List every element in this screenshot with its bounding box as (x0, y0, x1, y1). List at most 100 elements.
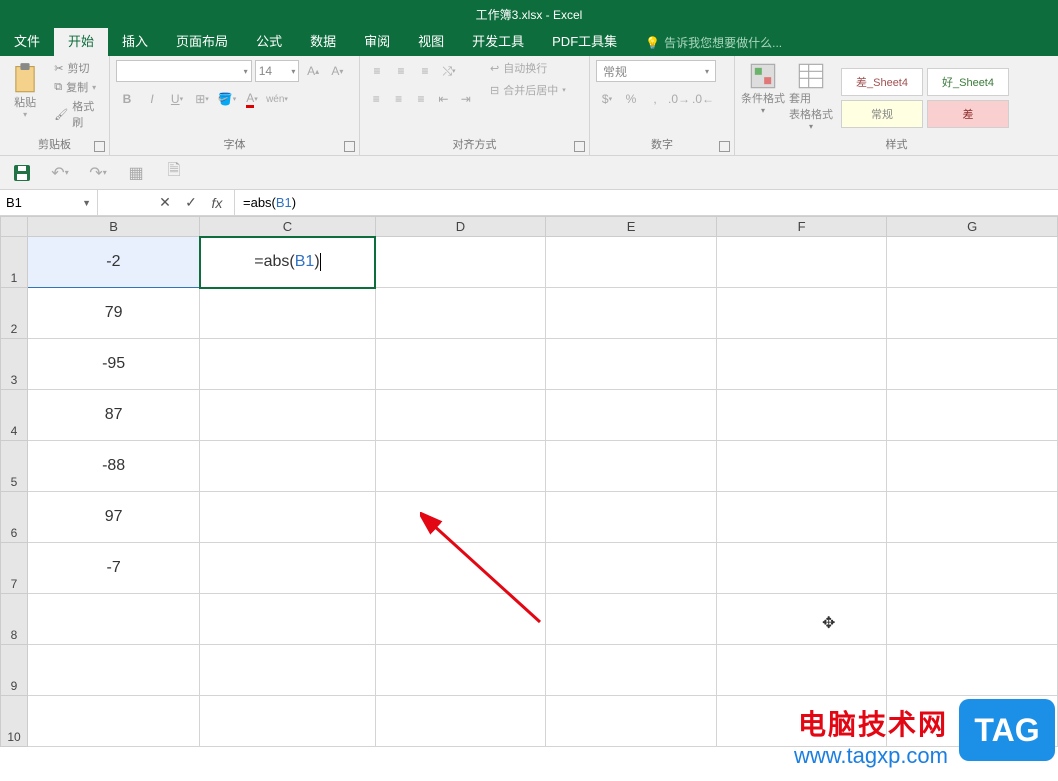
x-icon: ✕ (159, 194, 171, 211)
align-bottom-button[interactable]: ≡ (414, 60, 436, 82)
tab-data[interactable]: 数据 (296, 25, 350, 56)
tab-review[interactable]: 审阅 (350, 25, 404, 56)
row-header-9[interactable]: 9 (1, 645, 28, 696)
cell-B4[interactable]: 87 (28, 390, 200, 441)
accounting-button[interactable]: $▾ (596, 88, 618, 110)
row-header-6[interactable]: 6 (1, 492, 28, 543)
save-button[interactable] (10, 161, 34, 185)
name-box[interactable]: B1 ▼ (0, 190, 98, 215)
merge-center-button[interactable]: ⊟合并后居中▾ (490, 82, 566, 98)
decrease-decimal-button[interactable]: .0← (692, 88, 714, 110)
phonetic-button[interactable]: wén▾ (266, 88, 288, 110)
cell-B6[interactable]: 97 (28, 492, 200, 543)
tab-formulas[interactable]: 公式 (242, 25, 296, 56)
increase-indent-button[interactable]: ⇥ (456, 88, 476, 110)
qat-button-2[interactable]: 🗎 (162, 161, 186, 185)
cell-B7[interactable]: -7 (28, 543, 200, 594)
align-left-button[interactable]: ≡ (366, 88, 386, 110)
dialog-launcher-icon[interactable] (719, 141, 730, 152)
cell-C2[interactable] (200, 288, 375, 339)
paste-button[interactable]: 粘贴 ▾ (6, 60, 44, 136)
col-header-D[interactable]: D (375, 217, 546, 237)
qat-button-1[interactable]: ▦ (124, 161, 148, 185)
row-header-4[interactable]: 4 (1, 390, 28, 441)
italic-button[interactable]: I (141, 88, 163, 110)
tab-home[interactable]: 开始 (54, 25, 108, 56)
row-header-8[interactable]: 8 (1, 594, 28, 645)
comma-button[interactable]: , (644, 88, 666, 110)
formula-input[interactable]: =abs(B1) (235, 190, 1058, 215)
style-bad[interactable]: 差 (927, 100, 1009, 128)
wrap-text-button[interactable]: ↩自动换行 (490, 60, 566, 76)
cell-B2[interactable]: 79 (28, 288, 200, 339)
cell-styles-gallery[interactable]: 差_Sheet4 好_Sheet4 常规 差 (841, 60, 1009, 136)
dialog-launcher-icon[interactable] (574, 141, 585, 152)
cut-button[interactable]: ✂剪切 (54, 60, 103, 76)
increase-font-button[interactable]: A▴ (302, 60, 323, 82)
col-header-E[interactable]: E (546, 217, 717, 237)
align-top-button[interactable]: ≡ (366, 60, 388, 82)
enter-formula-button[interactable]: ✓ (178, 194, 204, 211)
worksheet-grid[interactable]: B C D E F G 1 -2 =abs(B1) 279 3-95 487 5… (0, 216, 1058, 756)
ribbon: 粘贴 ▾ ✂剪切 ⧉复制▾ 🖌格式刷 剪贴板 ▾ 14▾ A▴ A▾ B I U… (0, 56, 1058, 156)
font-name-combo[interactable]: ▾ (116, 60, 252, 82)
cancel-formula-button[interactable]: ✕ (152, 194, 178, 211)
tab-view[interactable]: 视图 (404, 25, 458, 56)
border-button[interactable]: ⊞▾ (191, 88, 213, 110)
cell-E1[interactable] (546, 237, 717, 288)
underline-button[interactable]: U▾ (166, 88, 188, 110)
increase-decimal-button[interactable]: .0→ (668, 88, 690, 110)
style-bad-sheet4[interactable]: 差_Sheet4 (841, 68, 923, 96)
tab-insert[interactable]: 插入 (108, 25, 162, 56)
formula-bar: B1 ▼ ✕ ✓ fx =abs(B1) (0, 190, 1058, 216)
cell-F1[interactable] (716, 237, 887, 288)
fill-color-button[interactable]: 🪣▾ (216, 88, 238, 110)
bold-button[interactable]: B (116, 88, 138, 110)
cell-B3[interactable]: -95 (28, 339, 200, 390)
dialog-launcher-icon[interactable] (94, 141, 105, 152)
row-header-1[interactable]: 1 (1, 237, 28, 288)
dropdown-icon[interactable]: ▼ (82, 198, 91, 208)
tab-file[interactable]: 文件 (0, 25, 54, 56)
row-header-10[interactable]: 10 (1, 696, 28, 747)
align-middle-button[interactable]: ≡ (390, 60, 412, 82)
percent-button[interactable]: % (620, 88, 642, 110)
dialog-launcher-icon[interactable] (344, 141, 355, 152)
align-right-button[interactable]: ≡ (411, 88, 431, 110)
row-header-2[interactable]: 2 (1, 288, 28, 339)
cell-D1[interactable] (375, 237, 546, 288)
col-header-B[interactable]: B (28, 217, 200, 237)
font-size-combo[interactable]: 14▾ (255, 60, 300, 82)
style-normal[interactable]: 常规 (841, 100, 923, 128)
font-color-button[interactable]: A▾ (241, 88, 263, 110)
orientation-button[interactable]: ⤭▾ (438, 60, 460, 82)
insert-function-button[interactable]: fx (204, 195, 230, 211)
align-center-button[interactable]: ≡ (388, 88, 408, 110)
redo-button[interactable]: ↷▾ (86, 161, 110, 185)
number-format-combo[interactable]: 常规▾ (596, 60, 716, 82)
style-good-sheet4[interactable]: 好_Sheet4 (927, 68, 1009, 96)
cell-B1[interactable]: -2 (28, 237, 200, 288)
decrease-font-button[interactable]: A▾ (327, 60, 348, 82)
col-header-C[interactable]: C (200, 217, 375, 237)
copy-button[interactable]: ⧉复制▾ (54, 79, 103, 95)
tab-developer[interactable]: 开发工具 (458, 25, 538, 56)
ribbon-tabs: 文件 开始 插入 页面布局 公式 数据 审阅 视图 开发工具 PDF工具集 💡 … (0, 28, 1058, 56)
conditional-formatting-button[interactable]: 条件格式▾ (741, 60, 785, 136)
tab-layout[interactable]: 页面布局 (162, 25, 242, 56)
col-header-G[interactable]: G (887, 217, 1058, 237)
row-header-3[interactable]: 3 (1, 339, 28, 390)
row-header-5[interactable]: 5 (1, 441, 28, 492)
format-as-table-button[interactable]: 套用 表格格式▾ (789, 60, 833, 136)
cell-G1[interactable] (887, 237, 1058, 288)
decrease-indent-button[interactable]: ⇤ (433, 88, 453, 110)
cell-B5[interactable]: -88 (28, 441, 200, 492)
col-header-F[interactable]: F (716, 217, 887, 237)
cell-C1[interactable]: =abs(B1) (200, 237, 375, 288)
row-header-7[interactable]: 7 (1, 543, 28, 594)
tab-pdf[interactable]: PDF工具集 (538, 25, 631, 56)
select-all-corner[interactable] (1, 217, 28, 237)
format-painter-button[interactable]: 🖌格式刷 (54, 98, 103, 130)
undo-button[interactable]: ↶▾ (48, 161, 72, 185)
tell-me-search[interactable]: 💡 告诉我您想要做什么... (645, 34, 782, 56)
